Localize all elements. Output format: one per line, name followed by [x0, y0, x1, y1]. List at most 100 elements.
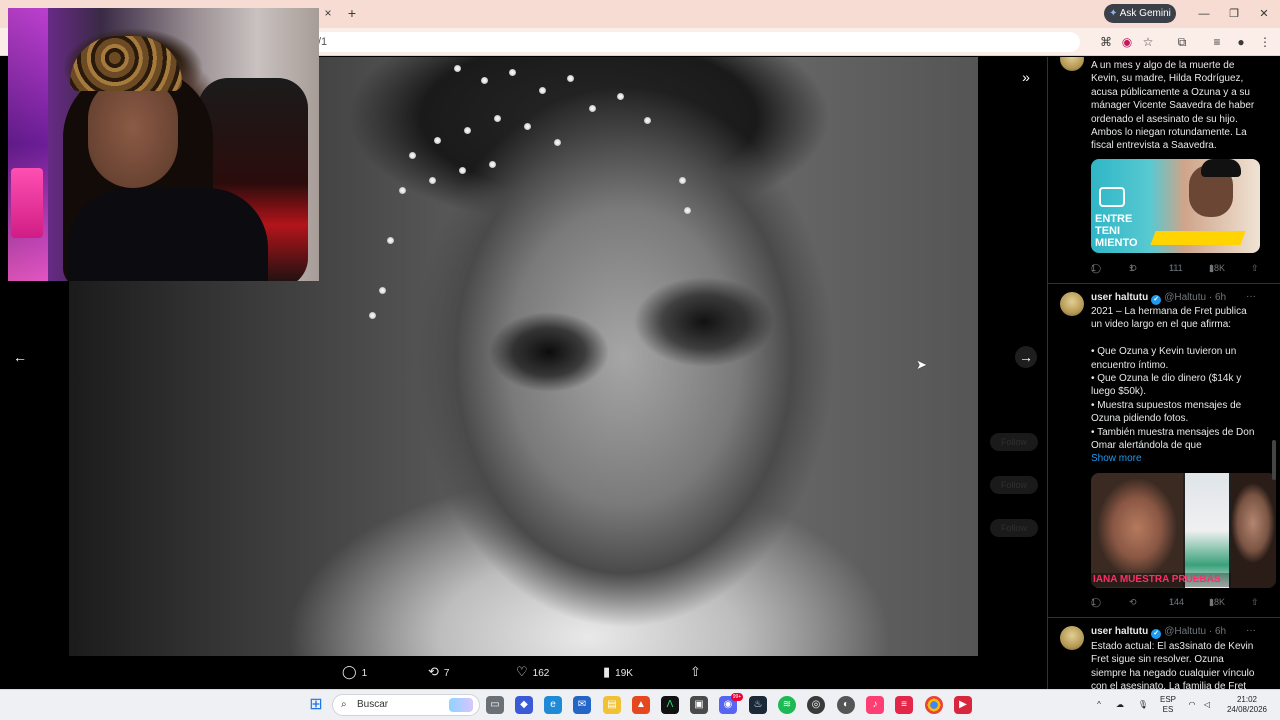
tweet-2-author[interactable]: user haltutu ✓ @Haltutu · 6h	[1091, 292, 1226, 305]
timeline-scrollbar[interactable]	[1272, 440, 1276, 480]
translate-icon[interactable]: ⌘	[1098, 34, 1114, 50]
avatar[interactable]	[1060, 57, 1084, 71]
clock[interactable]: 21:02 24/08/2026	[1222, 695, 1272, 715]
reply-count: 1	[1091, 597, 1097, 607]
windows-taskbar: ⊞ ⌕ Buscar ▭ ◆ e ✉ ▤ ▲ Λ ▣ ◉ 99+ ♨ ≋ ◎ ◐…	[0, 689, 1280, 720]
show-more-link[interactable]: Show more	[1091, 453, 1142, 464]
camera-icon	[1099, 187, 1125, 207]
profile-avatar-icon[interactable]: ●	[1233, 34, 1249, 50]
url-text: /1	[318, 36, 328, 48]
language-code: ESP	[1159, 695, 1176, 704]
widgets-icon[interactable]: ◆	[515, 696, 533, 714]
share-button[interactable]: ⇧	[690, 662, 706, 682]
media-player-icon[interactable]: ▶	[954, 696, 972, 714]
mouse-cursor-icon: ➤	[916, 357, 927, 372]
chrome-icon[interactable]	[925, 696, 943, 714]
tweet-2-media[interactable]: IANA MUESTRA PRUEBAS	[1091, 473, 1276, 588]
tweet-line: • Que Ozuna le dio dinero ($14k y	[1091, 373, 1242, 385]
extensions-puzzle-icon[interactable]: ⧉	[1174, 34, 1190, 50]
new-tab-button[interactable]: +	[344, 5, 360, 21]
photo-jewel	[434, 137, 441, 144]
obs-icon[interactable]: ◎	[807, 696, 825, 714]
avatar[interactable]	[1060, 292, 1084, 316]
tweet-line: Ambos lo niegan rotundamente. La	[1091, 127, 1247, 139]
like-count: 111	[1169, 263, 1183, 273]
views-chart-icon: ▮	[603, 664, 611, 679]
tweet-1-metrics: ◯ 1 ⟲ 1 ♡ 111 ▮ 18K ⇧	[1091, 263, 1263, 277]
close-tab-icon[interactable]: ×	[320, 5, 336, 21]
neon-light	[8, 8, 48, 281]
like-count: 144	[1169, 597, 1185, 607]
pink-cup	[11, 168, 43, 238]
more-options-icon[interactable]: ···	[1246, 291, 1256, 302]
brave-icon[interactable]: ▲	[632, 696, 650, 714]
tiktok-icon[interactable]: ♪	[866, 696, 884, 714]
capcut-icon[interactable]: ▣	[690, 696, 708, 714]
reply-button[interactable]: ◯ 1	[342, 662, 367, 682]
media-caption-line: ENTRE	[1095, 213, 1133, 225]
streamer-face	[88, 78, 178, 188]
outlook-icon[interactable]: ✉	[573, 696, 591, 714]
next-image-button[interactable]: →	[1015, 346, 1037, 368]
repost-button[interactable]: ⟲ 7	[428, 662, 449, 682]
app-icon[interactable]: Λ	[661, 696, 679, 714]
tweet-1-media[interactable]: ENTRE TENI MIENTO	[1091, 159, 1260, 253]
task-view-icon[interactable]: ▭	[486, 696, 504, 714]
volume-icon[interactable]: ◁	[1202, 700, 1212, 710]
faded-follow-button: Follow	[990, 519, 1038, 537]
edge-icon[interactable]: e	[544, 696, 562, 714]
like-count: 162	[532, 668, 550, 679]
taskbar-search-input[interactable]: ⌕ Buscar	[332, 694, 480, 716]
close-window-icon[interactable]: ✕	[1256, 6, 1272, 22]
steam-icon[interactable]: ♨	[749, 696, 767, 714]
more-options-icon[interactable]: ···	[1246, 625, 1256, 636]
minimize-icon[interactable]: —	[1196, 6, 1212, 22]
collapse-panel-icon[interactable]: »	[1015, 66, 1037, 88]
address-bar[interactable]: /1	[300, 32, 1080, 52]
app-icon[interactable]: ≡	[895, 696, 913, 714]
language-indicator[interactable]: ESP ES	[1157, 695, 1179, 715]
avatar[interactable]	[1060, 626, 1084, 650]
reply-count: 1	[1091, 263, 1097, 273]
spotify-icon[interactable]: ≋	[778, 696, 796, 714]
gemini-sparkle-icon: ✦	[1109, 8, 1120, 19]
tweet-2-metrics: ◯ 1 ⟲ ♡ 144 ▮ 18K ⇧	[1091, 597, 1263, 611]
share-icon[interactable]: ⇧	[1251, 263, 1259, 274]
extension-icon[interactable]: ◉	[1119, 34, 1135, 50]
restore-icon[interactable]: ❐	[1226, 6, 1242, 22]
photo-jewel	[644, 117, 651, 124]
file-explorer-icon[interactable]: ▤	[603, 696, 621, 714]
tweet-line: ordenado el asesinato de su hijo.	[1091, 113, 1238, 125]
tweet-line: fiscal entrevista a Saavedra.	[1091, 140, 1217, 152]
reading-list-icon[interactable]: ≡	[1209, 34, 1225, 50]
browser-menu-icon[interactable]: ⋮	[1257, 34, 1273, 50]
tweet-line: • Que Ozuna y Kevin tuvieron un	[1091, 346, 1237, 358]
previous-image-button[interactable]: ←	[9, 346, 31, 368]
views-button[interactable]: ▮ 19K	[603, 662, 633, 682]
app-icon[interactable]: ◐	[837, 696, 855, 714]
tweet-line: • También muestra mensajes de Don	[1091, 426, 1255, 438]
cloud-icon[interactable]: ☁	[1114, 700, 1126, 710]
tweet-line: con el asesinato. La familia de Fret	[1091, 681, 1247, 689]
windows-start-icon[interactable]: ⊞	[307, 696, 325, 714]
like-button[interactable]: ♡ 162	[516, 662, 549, 682]
tweet-line: A un mes y algo de la muerte de	[1091, 60, 1235, 71]
repost-count: 1	[1129, 263, 1135, 273]
ask-gemini-button[interactable]: ✦ Ask Gemini	[1104, 4, 1176, 23]
media-middle-photo	[1185, 473, 1229, 588]
views-count: 18K	[1209, 597, 1226, 607]
user-handle: @Haltutu · 6h	[1164, 626, 1227, 637]
tray-overflow-icon[interactable]: ^	[1094, 700, 1104, 710]
share-icon[interactable]: ⇧	[1251, 597, 1259, 608]
bookmark-star-icon[interactable]: ☆	[1140, 34, 1156, 50]
photo-jewel	[429, 177, 436, 184]
tweet-line: Fret sigue sin resolver. Ozuna	[1091, 654, 1224, 666]
search-placeholder: Buscar	[357, 699, 389, 710]
verified-badge-icon: ✓	[1151, 295, 1162, 305]
microphone-icon[interactable]: 🎙︎	[1137, 700, 1149, 710]
wifi-icon[interactable]: ◠	[1187, 700, 1197, 710]
verified-badge-icon: ✓	[1151, 629, 1162, 639]
photo-jewel	[554, 139, 561, 146]
heart-icon: ♡	[516, 664, 528, 679]
tweet-3-author[interactable]: user haltutu ✓ @Haltutu · 6h	[1091, 626, 1226, 639]
